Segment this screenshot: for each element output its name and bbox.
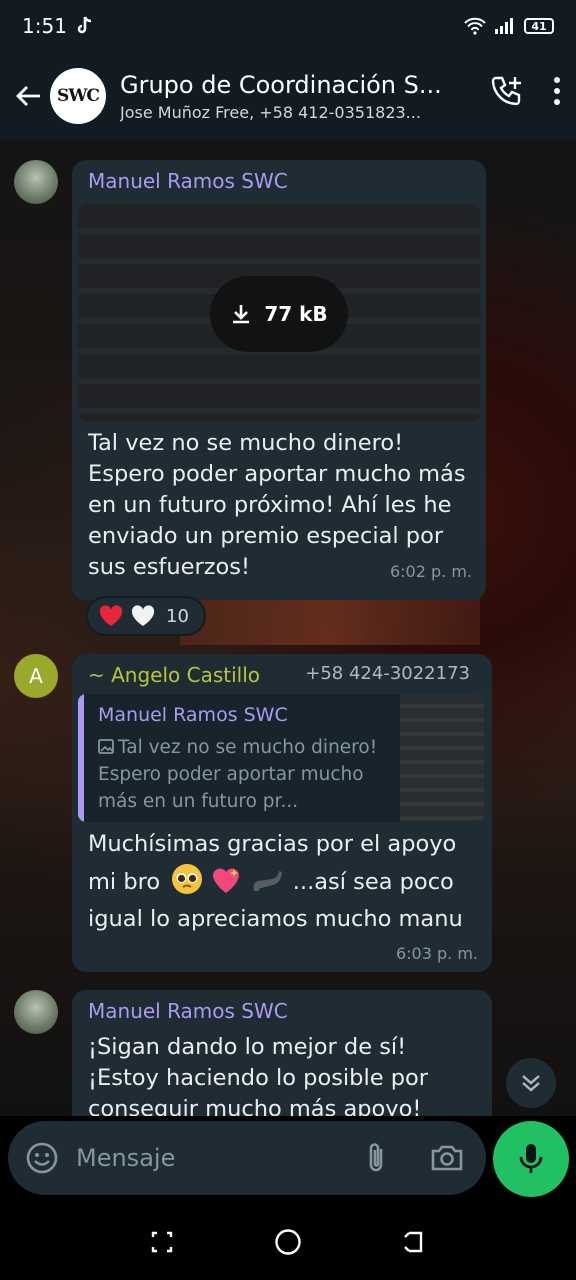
download-button[interactable]: 77 kB <box>210 276 348 352</box>
wifi-icon <box>464 17 486 35</box>
status-time: 1:51 <box>22 14 67 38</box>
message-bubble[interactable]: ~ Angelo Castillo +58 424-3022173 Manuel… <box>72 654 492 972</box>
sender-avatar[interactable]: A <box>14 654 58 698</box>
home-icon[interactable] <box>274 1228 302 1256</box>
back-button[interactable] <box>6 74 50 118</box>
message-text: Muchísimas gracias por el apoyo mi bro .… <box>88 826 488 938</box>
red-heart-icon <box>99 605 123 626</box>
reactions-pill[interactable]: 10 <box>86 596 206 636</box>
system-navigation-bar <box>0 1204 576 1280</box>
attach-icon[interactable] <box>363 1141 389 1175</box>
message-fragment: ...así sea poco <box>292 869 454 895</box>
chat-header: SWC Grupo de Coordinación S... Jose Muño… <box>0 52 576 140</box>
message-time: 6:03 p. m. <box>395 944 478 963</box>
image-attachment[interactable]: 77 kB <box>78 204 480 422</box>
message-line: Muchísimas gracias por el apoyo <box>88 831 457 857</box>
microphone-icon <box>519 1144 543 1173</box>
chat-area[interactable]: Manuel Ramos SWC 77 kB Tal vez no se muc… <box>0 140 576 1116</box>
voice-record-button[interactable] <box>493 1121 569 1197</box>
message-fragment: mi bro <box>88 869 161 895</box>
arrow-left-icon <box>16 86 40 106</box>
status-time-group: 1:51 <box>22 14 93 38</box>
message-line: mi bro ...así sea poco <box>88 863 488 901</box>
reaction-count: 10 <box>166 605 189 627</box>
sender-name[interactable]: ~ Angelo Castillo <box>88 663 260 687</box>
status-icons: 41 <box>464 17 554 35</box>
battery-icon: 41 <box>524 18 554 34</box>
sender-avatar[interactable] <box>14 990 58 1034</box>
pleading-face-icon <box>172 864 203 894</box>
status-bar: 1:51 41 <box>0 0 576 52</box>
message-line: igual lo apreciamos mucho manu <box>88 906 463 932</box>
quote-sender: Manuel Ramos SWC <box>98 704 288 726</box>
scroll-to-bottom-button[interactable] <box>506 1058 556 1108</box>
sender-name[interactable]: Manuel Ramos SWC <box>88 999 288 1023</box>
chat-subtitle: Jose Muñoz Free, +58 412-0351823... <box>120 102 421 122</box>
message-bubble[interactable]: Manuel Ramos SWC 77 kB Tal vez no se muc… <box>72 160 486 600</box>
white-heart-icon <box>131 605 155 626</box>
add-call-icon[interactable] <box>490 74 524 108</box>
image-icon <box>98 739 114 754</box>
double-chevron-down-icon <box>522 1075 540 1092</box>
back-nav-icon[interactable] <box>401 1229 427 1255</box>
signal-icon <box>495 18 513 34</box>
chat-title: Grupo de Coordinación S... <box>120 70 442 99</box>
camera-icon[interactable] <box>430 1143 464 1173</box>
message-text: ¡Sigan dando lo mejor de sí! ¡Estoy haci… <box>88 1034 429 1116</box>
chat-title-area[interactable]: Grupo de Coordinación S... Jose Muñoz Fr… <box>120 71 450 122</box>
quote-thumbnail <box>400 694 484 822</box>
emoji-icon[interactable] <box>25 1141 59 1175</box>
flexed-biceps-icon <box>253 871 282 891</box>
more-options-icon[interactable] <box>552 76 562 106</box>
message-bubble[interactable]: Manuel Ramos SWC ¡Sigan dando lo mejor d… <box>72 990 492 1116</box>
quote-bar <box>78 694 84 822</box>
header-actions <box>490 74 562 108</box>
message-text: Tal vez no se mucho dinero! Espero poder… <box>88 430 466 580</box>
download-size: 77 kB <box>264 302 328 326</box>
tiktok-icon <box>77 16 91 34</box>
sender-phone: +58 424-3022173 <box>305 663 470 684</box>
sender-name[interactable]: Manuel Ramos SWC <box>88 169 288 193</box>
group-avatar[interactable]: SWC <box>50 68 106 124</box>
recent-apps-icon[interactable] <box>149 1229 175 1255</box>
download-icon <box>233 305 250 324</box>
message-composer <box>8 1121 486 1195</box>
sparkling-heart-icon <box>213 868 240 893</box>
quote-text: Tal vez no se mucho dinero! Espero poder… <box>98 734 388 815</box>
message-time: 6:02 p. m. <box>389 562 472 581</box>
quoted-message[interactable]: Manuel Ramos SWC Tal vez no se mucho din… <box>78 694 484 822</box>
message-input[interactable] <box>76 1139 346 1177</box>
quote-text-content: Tal vez no se mucho dinero! Espero poder… <box>98 737 378 812</box>
sender-avatar[interactable] <box>14 160 58 204</box>
